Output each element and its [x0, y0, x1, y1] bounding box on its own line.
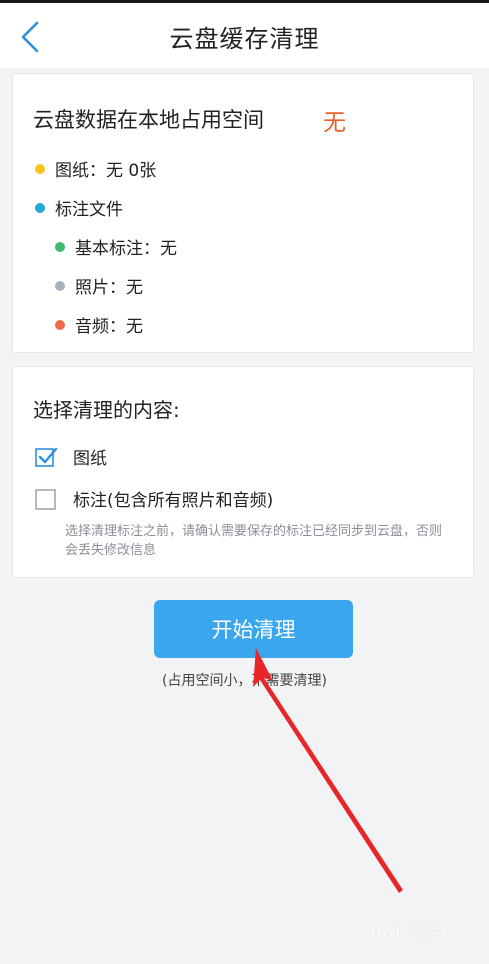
options-heading: 选择清理的内容: — [33, 398, 180, 422]
option-label: 图纸 — [73, 449, 107, 469]
usage-subitem-basic-annotation: 基本标注：无 — [55, 234, 177, 259]
clean-options-card: 选择清理的内容: 图纸 标注(包含所有照片和音频) 选择清理标注之前，请确认需要… — [12, 366, 474, 578]
option-annotations[interactable]: 标注(包含所有照片和音频) — [35, 486, 273, 511]
usage-item-label: 标注文件 — [55, 200, 123, 220]
usage-item-label: 图纸：无 0张 — [55, 161, 157, 181]
yellow-dot-icon — [35, 163, 45, 174]
option-label: 标注(包含所有照片和音频) — [73, 491, 274, 511]
clean-hint-text: (占用空间小，不需要清理) — [162, 673, 327, 689]
usage-heading: 云盘数据在本地占用空间 — [33, 108, 264, 132]
blue-dot-icon — [35, 202, 45, 213]
top-navigation-bar: 云盘缓存清理 — [0, 0, 489, 68]
clean-warning-note: 选择清理标注之前，请确认需要保存的标注已经同步到云盘，否则会丢失修改信息 — [65, 524, 443, 558]
usage-subitem-label: 基本标注：无 — [75, 239, 177, 259]
storage-usage-card: 云盘数据在本地占用空间 无 图纸：无 0张 标注文件 基本标注：无 照片：无 音… — [12, 73, 474, 353]
orange-dot-icon — [55, 319, 65, 330]
gray-dot-icon — [55, 280, 65, 291]
checkbox-checked-icon[interactable] — [35, 446, 57, 468]
usage-subitem-label: 音频：无 — [75, 317, 143, 337]
option-drawings[interactable]: 图纸 — [35, 444, 107, 469]
green-dot-icon — [55, 241, 65, 252]
usage-subitem-label: 照片：无 — [75, 278, 143, 298]
usage-total-value: 无 — [323, 110, 346, 136]
usage-item-drawings: 图纸：无 0张 — [35, 156, 156, 181]
usage-subitem-photos: 照片：无 — [55, 273, 143, 298]
baidu-jingyan-watermark: Bai 经验 — [370, 922, 443, 941]
start-clean-button[interactable]: 开始清理 — [154, 600, 353, 658]
usage-subitem-audio: 音频：无 — [55, 312, 143, 337]
page-title: 云盘缓存清理 — [169, 25, 320, 53]
usage-item-annotations: 标注文件 — [35, 195, 123, 220]
checkbox-unchecked-icon[interactable] — [35, 488, 57, 510]
